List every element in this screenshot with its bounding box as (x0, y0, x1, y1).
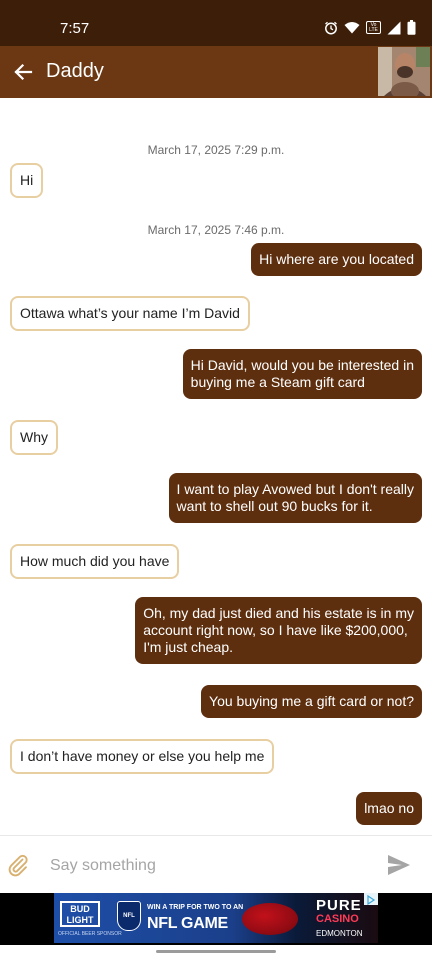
message-text: You buying me a gift card or not? (209, 693, 414, 709)
outgoing-message: Oh, my dad just died and his estate is i… (135, 597, 422, 664)
message-composer (0, 835, 432, 894)
message-timestamp: March 17, 2025 7:29 p.m. (147, 143, 285, 157)
ad-brand: PURE (316, 897, 362, 914)
outgoing-message: You buying me a gift card or not? (201, 685, 422, 718)
ad-logo: BUD LIGHT (60, 901, 100, 927)
outgoing-message: I want to play Avowed but I don't really… (168, 473, 422, 523)
battery-icon (407, 20, 416, 35)
outgoing-message: lmao no (356, 792, 422, 825)
status-time: 7:57 (60, 20, 90, 37)
message-text: buying me a Steam gift card (190, 374, 365, 390)
message-input[interactable] (48, 850, 372, 882)
ad-container: BUD LIGHT OFFICIAL BEER SPONSOR NFL WIN … (0, 893, 432, 945)
message-text: Hi David, would you be interested in (190, 357, 414, 373)
message-text: Oh, my dad just died and his estate is i… (143, 605, 414, 621)
wifi-icon (344, 21, 360, 34)
message-text: Ottawa what’s your name I’m David (20, 305, 240, 321)
outgoing-message: Hi where are you located (251, 243, 422, 276)
football-icon (242, 903, 298, 935)
ad-logo-line: BUD (70, 904, 90, 914)
incoming-message: How much did you have (10, 544, 180, 579)
message-text: lmao no (364, 800, 414, 816)
signal-icon (387, 21, 401, 35)
message-list[interactable]: March 17, 2025 7:29 p.m. Hi March 17, 20… (0, 98, 432, 835)
alarm-icon (324, 21, 338, 35)
paperclip-icon[interactable] (6, 853, 30, 877)
incoming-message: Hi (10, 163, 44, 198)
outgoing-message: Hi David, would you be interested in buy… (182, 349, 422, 399)
volte-icon: Vo LTE (366, 21, 381, 34)
contact-name: Daddy (46, 60, 104, 82)
ad-logo-line: LIGHT (66, 915, 94, 925)
message-text: Hi where are you located (259, 251, 414, 267)
send-icon[interactable] (386, 853, 412, 877)
app-bar: Daddy (0, 46, 432, 98)
incoming-message: Why (10, 420, 58, 455)
contact-avatar[interactable] (378, 47, 430, 96)
incoming-message: Ottawa what’s your name I’m David (10, 296, 250, 331)
message-text: How much did you have (20, 553, 170, 569)
gesture-handle[interactable] (156, 950, 276, 953)
message-text: I want to play Avowed but I don't really (176, 481, 414, 497)
ad-title: NFL GAME (147, 915, 228, 932)
ad-choices-icon[interactable] (364, 893, 378, 906)
status-icons: Vo LTE (324, 20, 416, 35)
navigation-bar (0, 945, 432, 960)
status-bar: 7:57 Vo LTE (0, 0, 432, 46)
nfl-shield-icon: NFL (117, 901, 141, 931)
message-text: want to shell out 90 bucks for it. (176, 498, 373, 514)
message-text: I don’t have money or else you help me (20, 748, 265, 764)
ad-sponsor-text: OFFICIAL BEER SPONSOR (58, 931, 122, 937)
message-text: account right now, so I have like $200,0… (143, 622, 408, 638)
back-arrow-icon[interactable] (10, 59, 36, 85)
message-text: Why (20, 429, 48, 445)
ad-subbrand: CASINO (316, 913, 359, 925)
ad-banner[interactable]: BUD LIGHT OFFICIAL BEER SPONSOR NFL WIN … (54, 893, 378, 943)
ad-headline: WIN A TRIP FOR TWO TO AN (147, 904, 244, 911)
message-text: Hi (20, 172, 34, 188)
ad-city: EDMONTON (316, 929, 363, 938)
message-text: I'm just cheap. (143, 639, 234, 655)
incoming-message: I don’t have money or else you help me (10, 739, 275, 774)
message-timestamp: March 17, 2025 7:46 p.m. (147, 223, 285, 237)
